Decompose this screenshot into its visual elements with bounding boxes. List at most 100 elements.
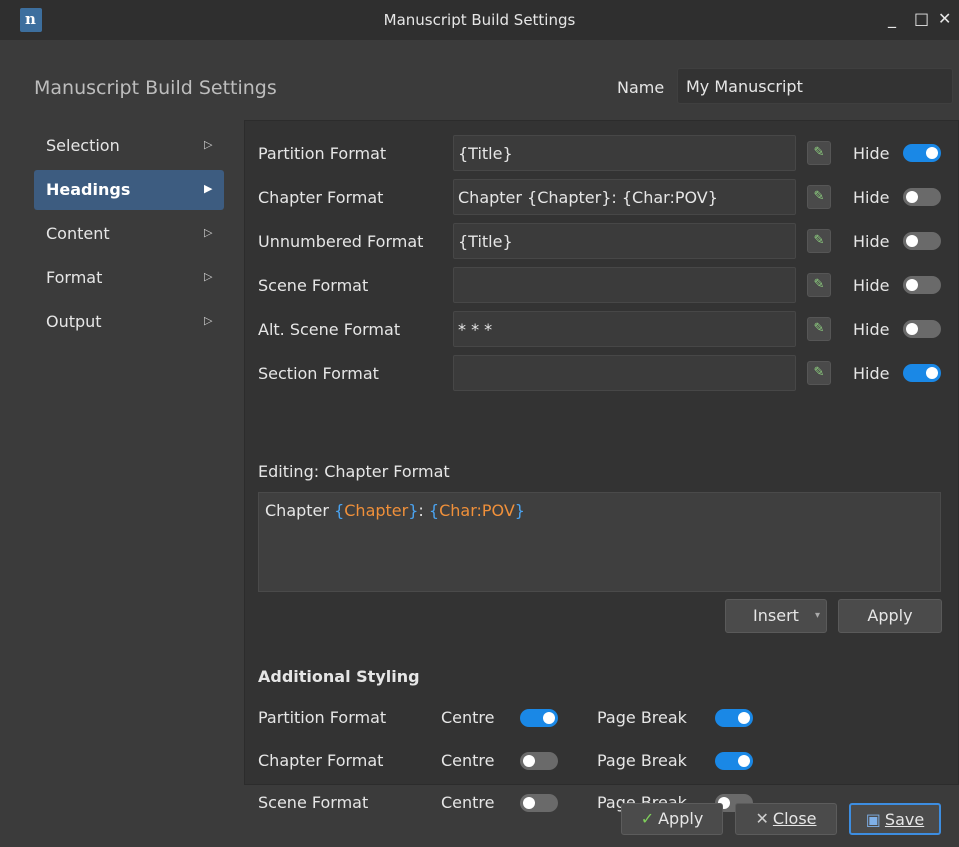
sidebar-item-selection[interactable]: Selection ▷ bbox=[34, 126, 224, 166]
close-window-icon[interactable]: ✕ bbox=[938, 9, 951, 28]
save-icon: ▣ bbox=[865, 810, 881, 829]
partition-centre-toggle[interactable] bbox=[520, 709, 558, 727]
hide-label: Hide bbox=[853, 364, 890, 383]
editing-label: Editing: Chapter Format bbox=[258, 462, 450, 481]
row-label: Chapter Format bbox=[258, 188, 384, 207]
unnumbered-hide-toggle[interactable] bbox=[903, 232, 941, 250]
toggle-knob bbox=[543, 712, 555, 724]
pencil-icon[interactable]: ✎ bbox=[807, 185, 831, 209]
row-label: Section Format bbox=[258, 364, 379, 383]
name-input[interactable]: My Manuscript bbox=[677, 68, 953, 104]
scene-format-field[interactable] bbox=[453, 267, 796, 303]
editor-token: Chapter bbox=[265, 501, 335, 520]
sidebar-item-label: Format bbox=[46, 268, 103, 287]
scene-format-row: Scene Format ✎ Hide bbox=[245, 265, 959, 305]
hide-label: Hide bbox=[853, 144, 890, 163]
dialog-body: Manuscript Build Settings Name My Manusc… bbox=[12, 40, 959, 847]
apply-button[interactable]: ✓ Apply bbox=[621, 803, 723, 835]
style-row-chapter: Chapter Format Centre Page Break bbox=[245, 743, 959, 783]
row-label: Alt. Scene Format bbox=[258, 320, 401, 339]
hide-label: Hide bbox=[853, 276, 890, 295]
sidebar-item-label: Content bbox=[46, 224, 110, 243]
section-hide-toggle[interactable] bbox=[903, 364, 941, 382]
styling-title: Additional Styling bbox=[258, 667, 420, 686]
close-button[interactable]: ✕ Close bbox=[735, 803, 837, 835]
row-label: Partition Format bbox=[258, 708, 387, 727]
pencil-icon[interactable]: ✎ bbox=[807, 229, 831, 253]
row-label: Chapter Format bbox=[258, 751, 384, 770]
toggle-knob bbox=[906, 191, 918, 203]
build-settings-window: n Manuscript Build Settings _ □ ✕ Manusc… bbox=[0, 0, 959, 847]
style-row-partition: Partition Format Centre Page Break bbox=[245, 700, 959, 740]
centre-label: Centre bbox=[441, 751, 495, 770]
apply-button-label: Apply bbox=[658, 809, 704, 828]
toggle-knob bbox=[523, 797, 535, 809]
chevron-right-icon: ▶ bbox=[204, 182, 213, 195]
chapter-format-field[interactable]: Chapter {Chapter}: {Char:POV} bbox=[453, 179, 796, 215]
editor-token: Char:POV bbox=[439, 501, 515, 520]
alt-scene-format-field[interactable]: * * * bbox=[453, 311, 796, 347]
chapter-page-break-toggle[interactable] bbox=[715, 752, 753, 770]
minimize-icon[interactable]: _ bbox=[888, 9, 896, 28]
sidebar-item-label: Headings bbox=[46, 180, 131, 199]
window-title: Manuscript Build Settings bbox=[383, 11, 576, 29]
row-label: Partition Format bbox=[258, 144, 387, 163]
page-break-label: Page Break bbox=[597, 708, 687, 727]
editor-token: } bbox=[408, 501, 419, 520]
centre-label: Centre bbox=[441, 793, 495, 812]
row-label: Scene Format bbox=[258, 793, 369, 812]
toggle-knob bbox=[906, 235, 918, 247]
centre-label: Centre bbox=[441, 708, 495, 727]
unnumbered-format-row: Unnumbered Format {Title} ✎ Hide bbox=[245, 221, 959, 261]
dropdown-arrow-icon: ▾ bbox=[814, 610, 820, 621]
pencil-icon[interactable]: ✎ bbox=[807, 141, 831, 165]
pencil-icon[interactable]: ✎ bbox=[807, 317, 831, 341]
hide-label: Hide bbox=[853, 188, 890, 207]
pencil-icon[interactable]: ✎ bbox=[807, 361, 831, 385]
save-button[interactable]: ▣ Save bbox=[849, 803, 941, 835]
sidebar: Selection ▷ Headings ▶ Content ▷ Format … bbox=[34, 126, 224, 346]
sidebar-item-output[interactable]: Output ▷ bbox=[34, 302, 224, 342]
partition-hide-toggle[interactable] bbox=[903, 144, 941, 162]
close-icon: ✕ bbox=[755, 809, 769, 828]
pencil-icon[interactable]: ✎ bbox=[807, 273, 831, 297]
hide-label: Hide bbox=[853, 320, 890, 339]
section-format-field[interactable] bbox=[453, 355, 796, 391]
sidebar-item-content[interactable]: Content ▷ bbox=[34, 214, 224, 254]
chevron-right-icon: ▷ bbox=[204, 270, 213, 283]
scene-hide-toggle[interactable] bbox=[903, 276, 941, 294]
check-icon: ✓ bbox=[640, 809, 655, 828]
toggle-knob bbox=[926, 367, 938, 379]
headings-panel: Partition Format {Title} ✎ Hide Chapter … bbox=[244, 120, 959, 812]
toggle-knob bbox=[926, 147, 938, 159]
row-label: Scene Format bbox=[258, 276, 369, 295]
partition-format-field[interactable]: {Title} bbox=[453, 135, 796, 171]
toggle-knob bbox=[906, 323, 918, 335]
insert-button[interactable]: Insert ▾ bbox=[725, 599, 827, 633]
name-label: Name bbox=[617, 78, 665, 97]
hide-label: Hide bbox=[853, 232, 890, 251]
sidebar-item-headings[interactable]: Headings ▶ bbox=[34, 170, 224, 210]
apply-format-button[interactable]: Apply bbox=[838, 599, 942, 633]
chapter-format-row: Chapter Format Chapter {Chapter}: {Char:… bbox=[245, 177, 959, 217]
title-bar[interactable]: n Manuscript Build Settings _ □ ✕ bbox=[0, 0, 959, 40]
sidebar-item-label: Selection bbox=[46, 136, 120, 155]
alt-scene-hide-toggle[interactable] bbox=[903, 320, 941, 338]
sidebar-item-format[interactable]: Format ▷ bbox=[34, 258, 224, 298]
row-label: Unnumbered Format bbox=[258, 232, 424, 251]
sidebar-item-label: Output bbox=[46, 312, 102, 331]
toggle-knob bbox=[738, 712, 750, 724]
toggle-knob bbox=[906, 279, 918, 291]
insert-button-label: Insert bbox=[753, 606, 799, 625]
unnumbered-format-field[interactable]: {Title} bbox=[453, 223, 796, 259]
chapter-centre-toggle[interactable] bbox=[520, 752, 558, 770]
editor-token: : bbox=[418, 501, 429, 520]
maximize-icon[interactable]: □ bbox=[914, 9, 929, 28]
editor-token: { bbox=[334, 501, 345, 520]
chapter-hide-toggle[interactable] bbox=[903, 188, 941, 206]
partition-page-break-toggle[interactable] bbox=[715, 709, 753, 727]
scene-centre-toggle[interactable] bbox=[520, 794, 558, 812]
format-editor[interactable]: Chapter {Chapter}: {Char:POV} bbox=[258, 492, 941, 592]
partition-format-row: Partition Format {Title} ✎ Hide bbox=[245, 133, 959, 173]
chevron-right-icon: ▷ bbox=[204, 314, 213, 327]
